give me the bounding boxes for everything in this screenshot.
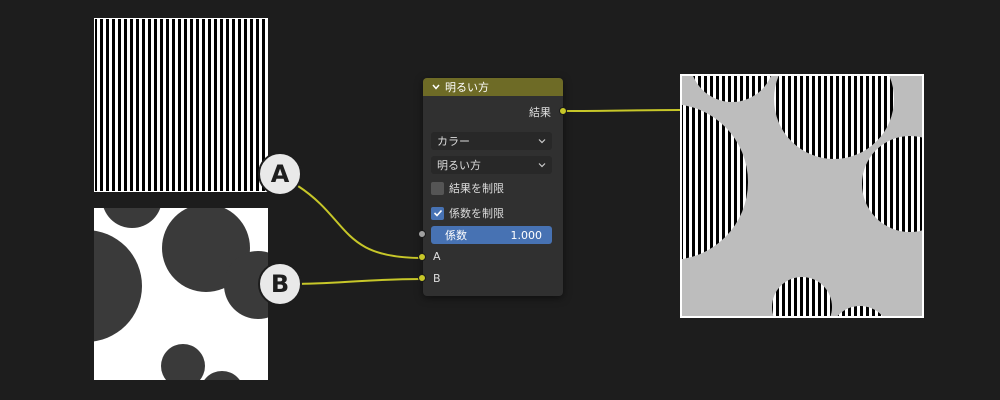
input-socket-factor[interactable] (418, 230, 426, 238)
clamp-factor-checkbox[interactable] (431, 206, 444, 220)
link-a (297, 185, 423, 259)
input-b-image (94, 208, 268, 380)
factor-label: 係数 (445, 229, 467, 242)
mix-node[interactable]: 明るい方 結果 カラー 明るい方 結果を制限 係数を制限 係数 1.000 A … (423, 78, 563, 296)
input-socket-a[interactable] (418, 253, 426, 261)
blend-type-dropdown[interactable]: カラー (431, 132, 552, 150)
chevron-down-icon (538, 139, 546, 144)
clamp-factor-label: 係数を制限 (449, 207, 504, 220)
blend-type-value: カラー (437, 135, 470, 148)
input-label-a: A (433, 250, 441, 263)
input-label-b: B (433, 272, 441, 285)
node-title: 明るい方 (445, 81, 489, 94)
operation-dropdown[interactable]: 明るい方 (431, 156, 552, 174)
output-label-result: 結果 (529, 106, 551, 119)
collapse-chevron-icon[interactable] (431, 82, 441, 92)
clamp-result-label: 結果を制限 (449, 182, 504, 195)
input-socket-b[interactable] (418, 274, 426, 282)
factor-slider[interactable]: 係数 1.000 (431, 226, 552, 244)
output-socket-result[interactable] (559, 107, 567, 115)
clamp-result-row[interactable]: 結果を制限 (431, 180, 504, 196)
link-result (562, 109, 681, 112)
input-a-image (94, 18, 268, 192)
operation-value: 明るい方 (437, 159, 481, 172)
badge-b: B (258, 262, 302, 306)
chevron-down-icon (538, 163, 546, 168)
node-header[interactable]: 明るい方 (423, 78, 563, 96)
clamp-result-checkbox[interactable] (431, 181, 444, 195)
result-image (680, 74, 924, 318)
clamp-factor-row[interactable]: 係数を制限 (431, 205, 504, 221)
factor-value: 1.000 (510, 228, 543, 242)
link-b (297, 278, 423, 285)
badge-a: A (258, 152, 302, 196)
checkmark-icon (433, 209, 442, 217)
